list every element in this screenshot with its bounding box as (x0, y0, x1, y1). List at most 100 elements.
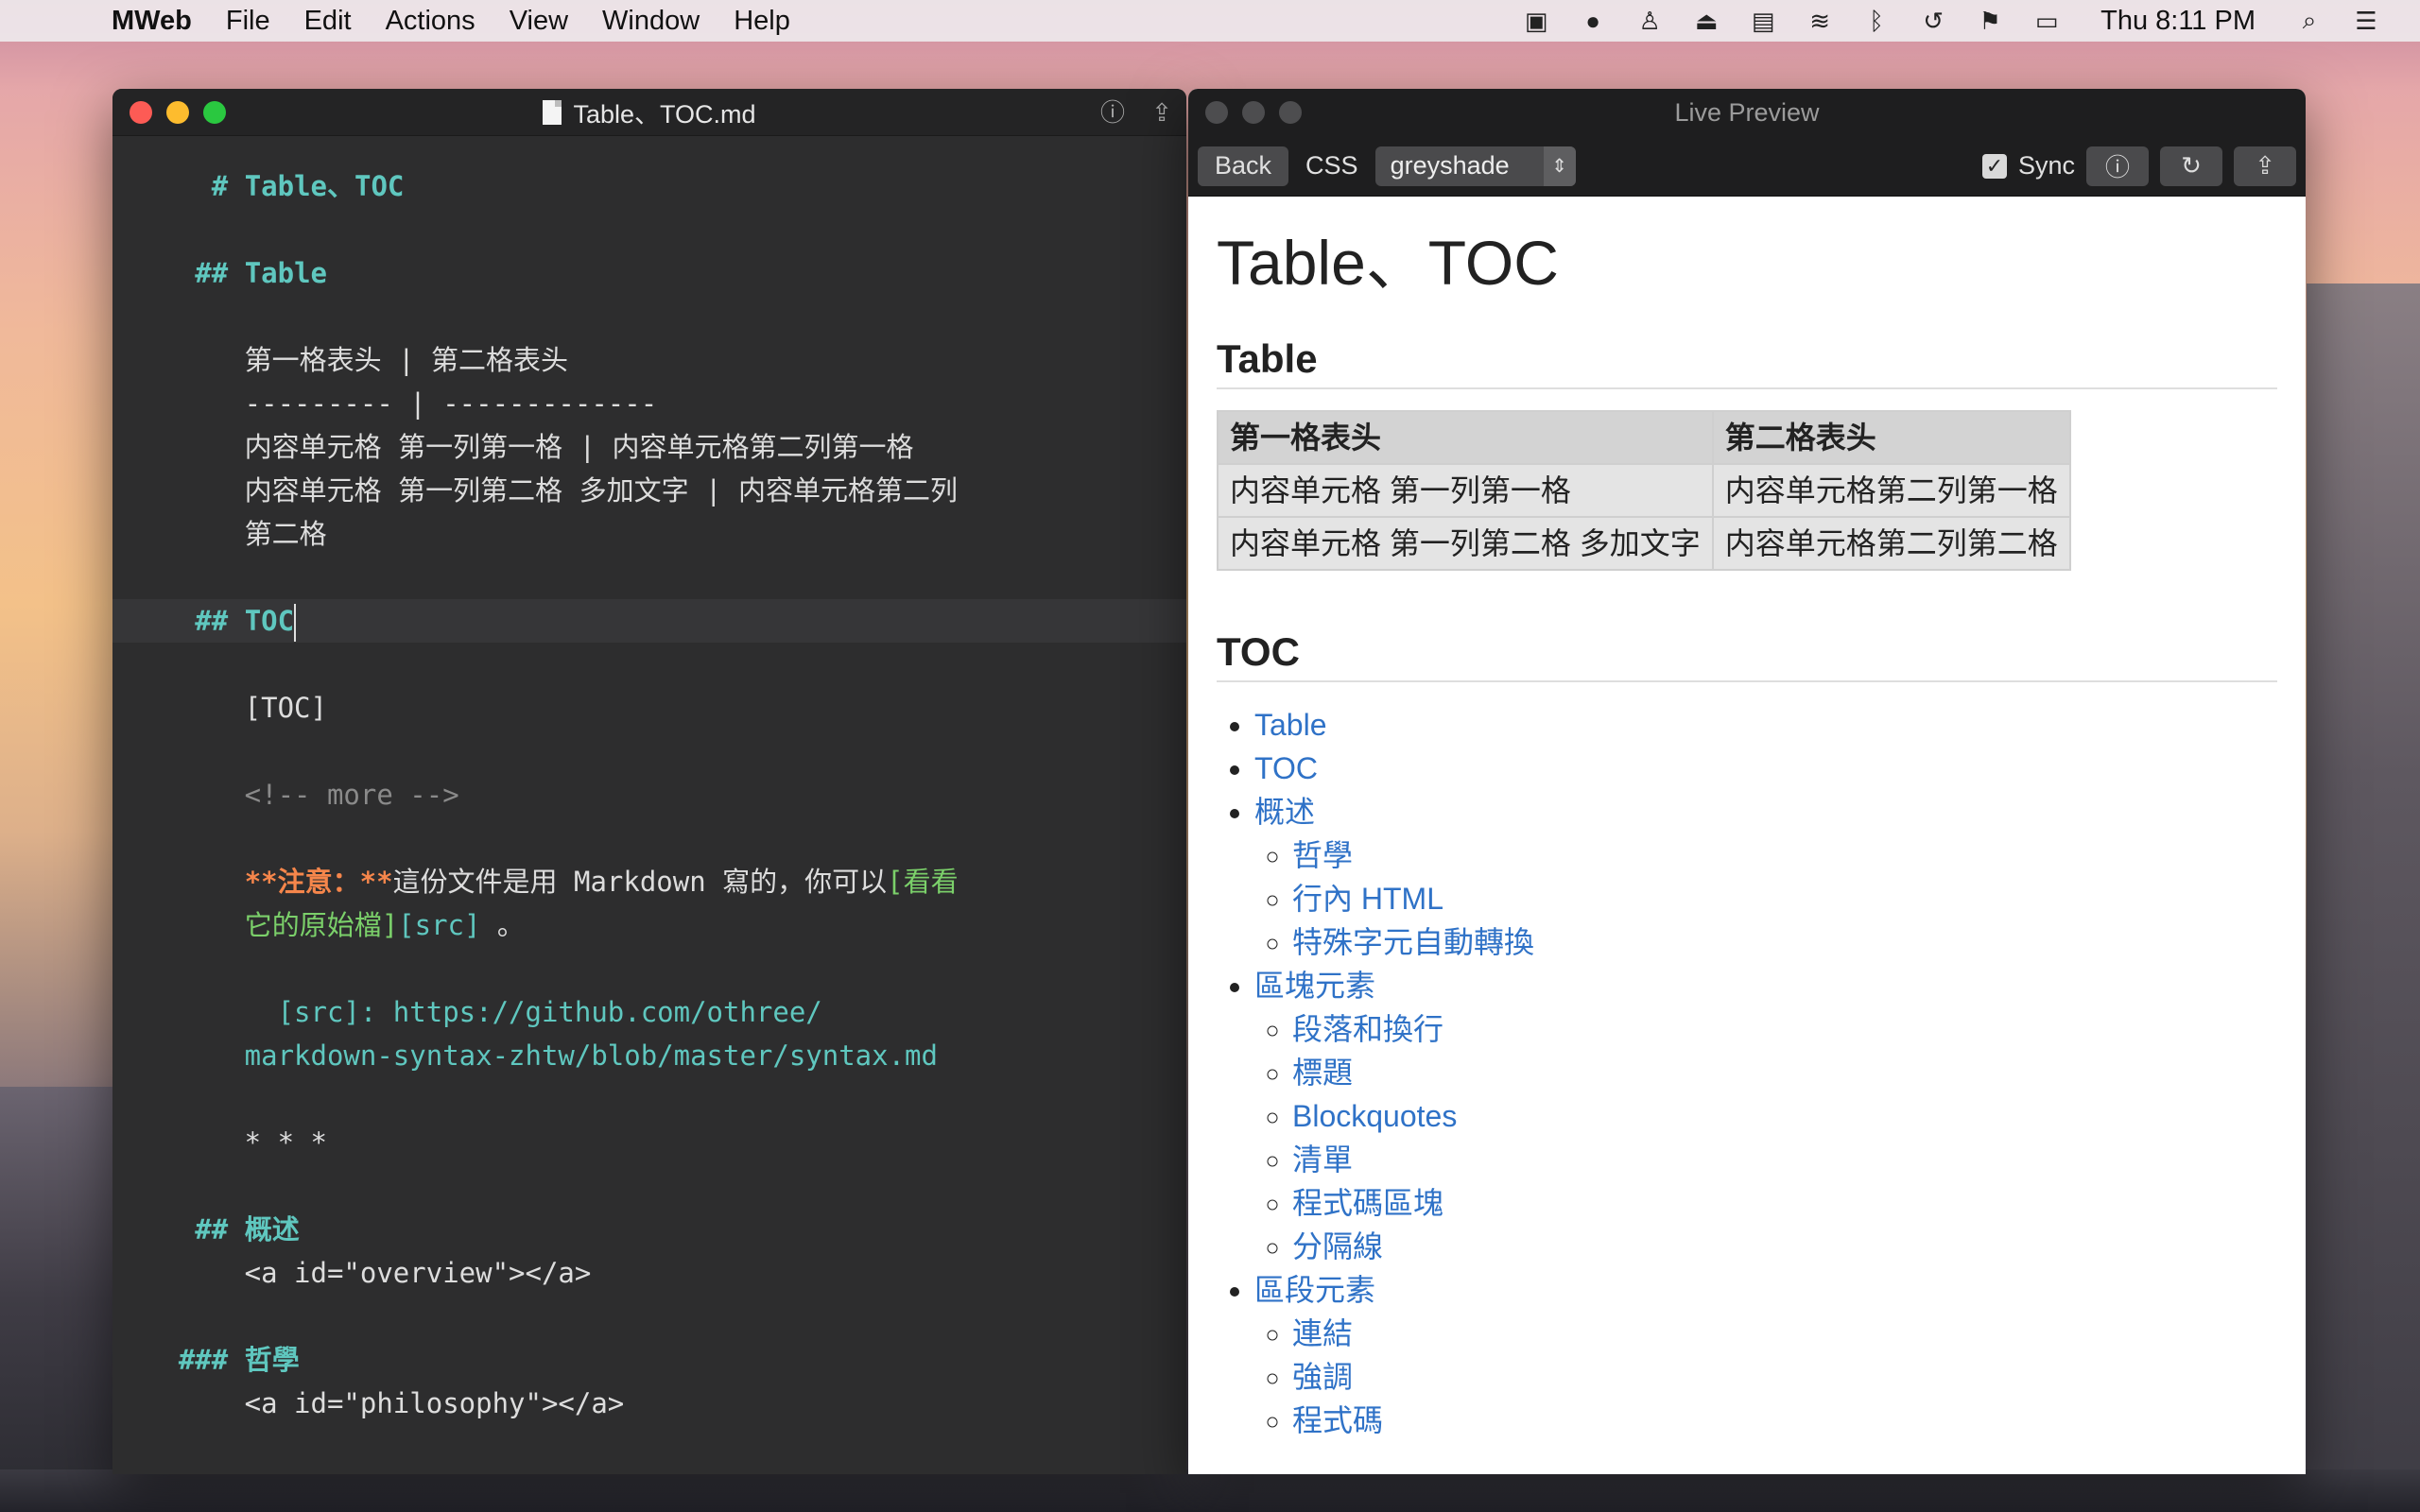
close-button[interactable] (130, 101, 152, 124)
editor-line[interactable]: <!-- more --> (112, 773, 1186, 816)
airplay-icon[interactable]: ⏏ (1690, 7, 1722, 35)
editor-window: Table、TOC.md ⓘ ⇪ # Table、TOC ## Table 第一… (112, 89, 1186, 1474)
preview-titlebar: Live Preview (1188, 89, 2306, 136)
toc-sublink[interactable]: 程式碼 (1292, 1403, 1383, 1437)
toc-subitem: 標題 (1292, 1051, 2277, 1094)
editor-line[interactable] (112, 730, 1186, 773)
toc-sublink[interactable]: 特殊字元自動轉換 (1292, 925, 1534, 959)
memory-icon[interactable]: ▤ (1747, 7, 1779, 35)
toc-link[interactable]: Table (1254, 708, 1327, 742)
editor-line[interactable]: ### 哲學 (112, 1338, 1186, 1382)
markdown-editor[interactable]: # Table、TOC ## Table 第一格表头 | 第二格表头 -----… (112, 136, 1186, 1425)
preview-table: 第一格表头 第二格表头 内容单元格 第一列第一格 内容单元格第二列第一格 内容单… (1217, 410, 2071, 571)
time-machine-icon[interactable]: ↺ (1917, 7, 1949, 35)
editor-line[interactable]: ## TOC (112, 599, 1186, 643)
battery-icon[interactable]: ▭ (2031, 7, 2063, 35)
toc-subitem: 特殊字元自動轉換 (1292, 920, 2277, 964)
css-theme-select[interactable]: greyshade ⇕ (1374, 146, 1576, 186)
minimize-button[interactable] (166, 101, 189, 124)
editor-title-actions: ⓘ ⇪ (1098, 98, 1177, 127)
toc-sublink[interactable]: 強調 (1292, 1360, 1353, 1394)
toc-item: Table (1254, 703, 2277, 747)
editor-line[interactable]: <a id="overview"></a> (112, 1251, 1186, 1295)
editor-line[interactable]: # Table、TOC (112, 164, 1186, 208)
notification-center-icon[interactable]: ☰ (2350, 7, 2382, 35)
toc-subitem: 強調 (1292, 1355, 2277, 1399)
menu-window[interactable]: Window (602, 6, 700, 37)
editor-line[interactable] (112, 556, 1186, 599)
editor-line[interactable] (112, 1295, 1186, 1338)
input-flag-icon[interactable]: ⚑ (1974, 7, 2006, 35)
refresh-icon[interactable]: ↻ (2160, 146, 2222, 186)
display-icon[interactable]: ▣ (1520, 7, 1552, 35)
menu-view[interactable]: View (510, 6, 568, 37)
editor-line[interactable]: [TOC] (112, 686, 1186, 730)
wifi-icon[interactable]: ≋ (1804, 7, 1836, 35)
editor-line[interactable] (112, 947, 1186, 990)
preview-zoom-button[interactable] (1279, 101, 1302, 124)
toc-link[interactable]: 概述 (1254, 795, 1315, 829)
toc-sublink[interactable]: 標題 (1292, 1056, 1353, 1090)
menu-actions[interactable]: Actions (386, 6, 475, 37)
css-theme-value: greyshade (1390, 151, 1510, 180)
menu-file[interactable]: File (226, 6, 270, 37)
toc-sublink[interactable]: 清單 (1292, 1143, 1353, 1177)
preview-close-button[interactable] (1205, 101, 1228, 124)
editor-line[interactable] (112, 295, 1186, 338)
preview-title: Live Preview (1674, 97, 1820, 127)
toc-sublink[interactable]: 程式碼區塊 (1292, 1186, 1443, 1220)
info-icon[interactable]: ⓘ (1098, 98, 1128, 127)
toc-sublink[interactable]: 段落和換行 (1292, 1012, 1443, 1046)
table-cell: 内容单元格 第一列第二格 多加文字 (1217, 516, 1714, 571)
editor-line[interactable]: [src]: https://github.com/othree/ (112, 990, 1186, 1034)
table-of-contents: Table TOC 概述哲學行內 HTML 特殊字元自動轉換區塊元素段落和換行標題 Bl… (1217, 703, 2277, 1442)
toc-link[interactable]: TOC (1254, 751, 1318, 785)
editor-line[interactable]: 它的原始檔][src] 。 (112, 903, 1186, 947)
editor-line[interactable] (112, 816, 1186, 860)
user-icon[interactable]: ♙ (1634, 7, 1666, 35)
editor-line[interactable]: <a id="philosophy"></a> (112, 1382, 1186, 1425)
editor-line[interactable] (112, 1164, 1186, 1208)
editor-line[interactable]: * * * (112, 1121, 1186, 1164)
bluetooth-icon[interactable]: ᛒ (1860, 7, 1893, 35)
preview-h1: Table、TOC (1217, 228, 1559, 298)
editor-line[interactable]: 内容单元格 第一列第一格 | 内容单元格第二列第一格 (112, 425, 1186, 469)
status-area: ▣ ● ♙ ⏏ ▤ ≋ ᛒ ↺ ⚑ ▭ Thu 8:11 PM ⌕ ☰ (1520, 6, 2382, 37)
preview-share-icon[interactable]: ⇪ (2234, 146, 2296, 186)
toc-sublink[interactable]: 行內 HTML (1292, 882, 1443, 916)
editor-line[interactable]: ## Table (112, 251, 1186, 295)
menu-edit[interactable]: Edit (304, 6, 352, 37)
editor-line[interactable] (112, 1077, 1186, 1121)
toc-sublink[interactable]: 分隔線 (1292, 1229, 1383, 1263)
preview-toolbar-right: ✓ Sync ⓘ ↻ ⇪ (1981, 146, 2296, 186)
share-icon[interactable]: ⇪ (1147, 98, 1177, 127)
toc-sublink[interactable]: Blockquotes (1292, 1099, 1457, 1133)
toc-sublink[interactable]: 哲學 (1292, 838, 1353, 872)
editor-line[interactable]: ## 概述 (112, 1208, 1186, 1251)
editor-line[interactable]: 内容单元格 第一列第二格 多加文字 | 内容单元格第二列 (112, 469, 1186, 512)
menu-help[interactable]: Help (734, 6, 790, 37)
editor-line[interactable]: --------- | ------------- (112, 382, 1186, 425)
table-cell: 内容单元格 第一列第一格 (1217, 463, 1714, 518)
editor-line[interactable]: 第二格 (112, 512, 1186, 556)
toc-sublink[interactable]: 連結 (1292, 1316, 1353, 1350)
preview-minimize-button[interactable] (1242, 101, 1265, 124)
editor-line[interactable]: **注意：**這份文件是用 Markdown 寫的，你可以[看看 (112, 860, 1186, 903)
record-icon[interactable]: ● (1577, 7, 1609, 35)
back-button[interactable]: Back (1198, 146, 1289, 186)
editor-line[interactable]: 第一格表头 | 第二格表头 (112, 338, 1186, 382)
spotlight-search-icon[interactable]: ⌕ (2293, 6, 2325, 35)
editor-line[interactable] (112, 643, 1186, 686)
toc-sublist: 哲學行內 HTML 特殊字元自動轉換 (1254, 833, 2277, 964)
preview-info-icon[interactable]: ⓘ (2086, 146, 2149, 186)
wallpaper-rock-left (0, 1087, 123, 1512)
zoom-button[interactable] (203, 101, 226, 124)
editor-line[interactable]: markdown-syntax-zhtw/blob/master/syntax.… (112, 1034, 1186, 1077)
menu-clock[interactable]: Thu 8:11 PM (2100, 6, 2256, 37)
menu-app-name[interactable]: MWeb (112, 6, 192, 37)
toc-link[interactable]: 區塊元素 (1254, 969, 1375, 1003)
editor-line[interactable] (112, 208, 1186, 251)
sync-checkbox[interactable]: ✓ (1981, 153, 2007, 179)
toc-link[interactable]: 區段元素 (1254, 1273, 1375, 1307)
table-header-row: 第一格表头 第二格表头 (1217, 410, 2071, 465)
